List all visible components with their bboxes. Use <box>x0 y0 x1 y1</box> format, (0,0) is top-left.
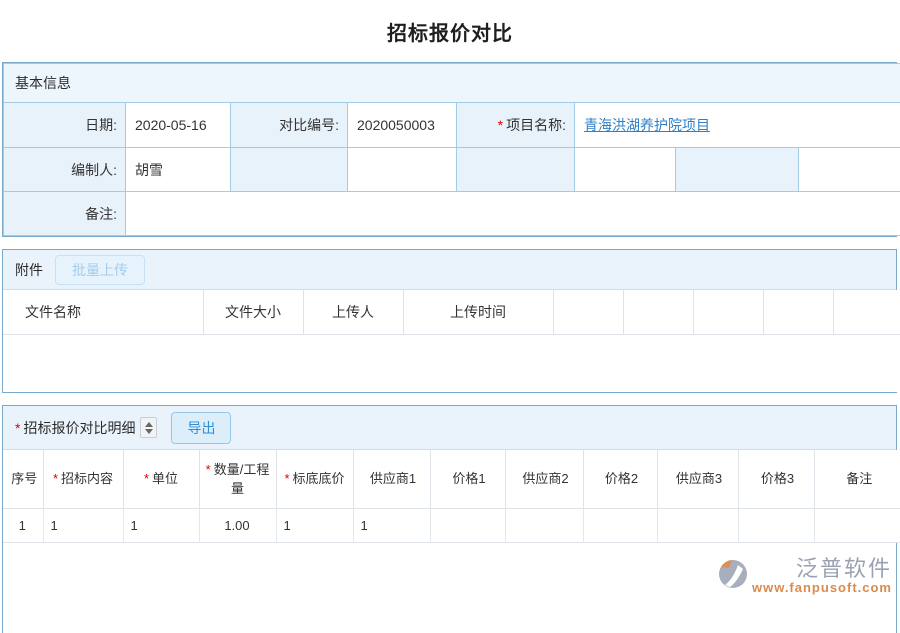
col-uploader: 上传人 <box>303 290 403 335</box>
cell-unit: 1 <box>123 509 199 543</box>
col-unit: *单位 <box>123 450 199 509</box>
basic-info-section: 基本信息 日期: 2020-05-16 对比编号: 2020050003 *项目… <box>2 62 897 237</box>
page-title: 招标报价对比 <box>0 0 900 62</box>
col-base-price: *标底底价 <box>276 450 353 509</box>
basic-info-section-title: 基本信息 <box>4 64 900 103</box>
cell-base-price: 1 <box>276 509 353 543</box>
col-file-name: 文件名称 <box>3 290 203 335</box>
date-value: 2020-05-16 <box>126 103 231 148</box>
detail-section: * 招标报价对比明细 导出 序号 *招标内容 *单位 *数量/工程量 *标底底价… <box>2 405 897 633</box>
empty-label-cell <box>231 148 348 192</box>
empty-label-cell <box>457 148 575 192</box>
cell-price-2 <box>583 509 657 543</box>
project-name-link[interactable]: 青海洪湖养护院项目 <box>584 117 710 133</box>
detail-header-row: 序号 *招标内容 *单位 *数量/工程量 *标底底价 供应商1 价格1 供应商2… <box>3 450 900 509</box>
remark-value <box>126 192 900 236</box>
author-value: 胡雪 <box>126 148 231 192</box>
attachments-section: 附件 批量上传 文件名称 文件大小 上传人 上传时间 <box>2 249 897 393</box>
cell-bid-content: 1 <box>43 509 123 543</box>
project-name-label: *项目名称: <box>457 103 575 148</box>
col-empty <box>833 290 900 335</box>
col-seq: 序号 <box>3 450 43 509</box>
empty-value-cell <box>348 148 457 192</box>
logo-website: www.fanpusoft.com <box>752 581 892 595</box>
cell-supplier-3 <box>657 509 738 543</box>
empty-label-cell <box>676 148 799 192</box>
cell-supplier-2 <box>505 509 583 543</box>
col-empty <box>623 290 693 335</box>
col-price-1: 价格1 <box>430 450 505 509</box>
attachments-header-bar: 附件 批量上传 <box>3 250 896 290</box>
cell-price-3 <box>738 509 814 543</box>
cell-remark <box>814 509 900 543</box>
col-supplier-2: 供应商2 <box>505 450 583 509</box>
detail-header-bar: * 招标报价对比明细 导出 <box>3 406 896 450</box>
project-name-cell: 青海洪湖养护院项目 <box>575 103 900 148</box>
attachments-empty-area <box>3 335 900 393</box>
logo-text: 泛普软件 <box>796 557 892 581</box>
col-bid-content: *招标内容 <box>43 450 123 509</box>
compare-no-value: 2020050003 <box>348 103 457 148</box>
fanpu-logo: 泛普软件 www.fanpusoft.com <box>716 557 892 595</box>
empty-value-cell <box>799 148 900 192</box>
col-remark: 备注 <box>814 450 900 509</box>
cell-supplier-1: 1 <box>353 509 430 543</box>
empty-value-cell <box>575 148 676 192</box>
col-upload-time: 上传时间 <box>403 290 553 335</box>
basic-info-table: 基本信息 日期: 2020-05-16 对比编号: 2020050003 *项目… <box>3 63 900 236</box>
sort-spinner-icon[interactable] <box>140 417 157 438</box>
compare-no-label: 对比编号: <box>231 103 348 148</box>
col-price-3: 价格3 <box>738 450 814 509</box>
required-asterisk: * <box>15 420 20 436</box>
remark-label: 备注: <box>4 192 126 236</box>
attachments-table: 文件名称 文件大小 上传人 上传时间 <box>3 290 900 392</box>
col-empty <box>693 290 763 335</box>
batch-upload-button[interactable]: 批量上传 <box>55 255 145 285</box>
col-price-2: 价格2 <box>583 450 657 509</box>
col-empty <box>763 290 833 335</box>
col-supplier-3: 供应商3 <box>657 450 738 509</box>
detail-table: 序号 *招标内容 *单位 *数量/工程量 *标底底价 供应商1 价格1 供应商2… <box>3 450 900 543</box>
cell-price-1 <box>430 509 505 543</box>
author-label: 编制人: <box>4 148 126 192</box>
cell-quantity: 1.00 <box>199 509 276 543</box>
detail-title: 招标报价对比明细 <box>23 418 135 438</box>
attachments-title: 附件 <box>15 260 43 280</box>
fanpu-logo-icon <box>716 557 750 591</box>
col-empty <box>553 290 623 335</box>
date-label: 日期: <box>4 103 126 148</box>
attachments-header-row: 文件名称 文件大小 上传人 上传时间 <box>3 290 900 335</box>
export-button[interactable]: 导出 <box>171 412 231 444</box>
cell-seq: 1 <box>3 509 43 543</box>
required-asterisk: * <box>498 117 503 133</box>
col-supplier-1: 供应商1 <box>353 450 430 509</box>
col-quantity: *数量/工程量 <box>199 450 276 509</box>
detail-data-row: 1 1 1 1.00 1 1 <box>3 509 900 543</box>
col-file-size: 文件大小 <box>203 290 303 335</box>
